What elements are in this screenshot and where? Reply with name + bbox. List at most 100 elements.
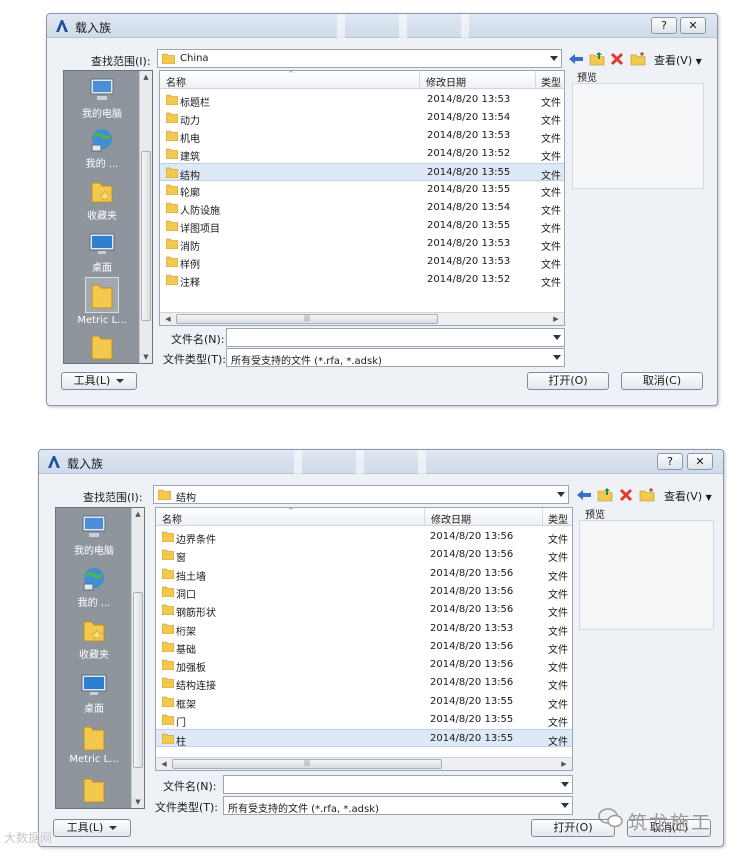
- file-row[interactable]: 建筑 2014/8/20 13:52 文件: [160, 145, 564, 163]
- new-folder-icon[interactable]: [639, 487, 655, 502]
- place-folder[interactable]: [64, 331, 140, 361]
- file-row[interactable]: 轮廓 2014/8/20 13:55 文件: [160, 181, 564, 199]
- look-in-combo[interactable]: China: [157, 49, 562, 68]
- folder-icon: [162, 733, 174, 745]
- sort-ascending-icon: ^: [288, 70, 294, 78]
- folder-icon: [166, 238, 178, 249]
- cancel-button[interactable]: 取消(C): [621, 372, 703, 390]
- scroll-up-icon[interactable]: ▲: [132, 508, 144, 520]
- look-in-combo[interactable]: 结构: [153, 485, 569, 504]
- file-date: 2014/8/20 13:56: [430, 531, 514, 542]
- place-favorites[interactable]: 收藏夹: [56, 618, 132, 661]
- scroll-right-icon[interactable]: ▶: [550, 313, 562, 325]
- file-row[interactable]: 消防 2014/8/20 13:53 文件: [160, 235, 564, 253]
- file-name: 建筑: [180, 152, 200, 163]
- up-folder-icon[interactable]: [589, 51, 605, 66]
- file-row[interactable]: 详图项目 2014/8/20 13:55 文件: [160, 217, 564, 235]
- folder-icon: [162, 696, 174, 707]
- column-divider[interactable]: [424, 508, 425, 526]
- column-divider[interactable]: [542, 508, 543, 526]
- place-desktop[interactable]: 桌面: [64, 231, 140, 274]
- scroll-thumb[interactable]: |||: [176, 314, 438, 324]
- file-name-input[interactable]: [223, 775, 573, 794]
- column-name[interactable]: 名称: [162, 511, 182, 526]
- file-row[interactable]: 柱 2014/8/20 13:55 文件: [156, 729, 572, 748]
- close-button[interactable]: ✕: [680, 17, 706, 34]
- views-menu[interactable]: 查看(V) ▼: [654, 52, 702, 68]
- scroll-down-icon[interactable]: ▼: [132, 796, 144, 808]
- file-type-select[interactable]: 所有受支持的文件 (*.rfa, *.adsk): [226, 348, 565, 367]
- place-folder[interactable]: [56, 774, 132, 804]
- file-list-hscrollbar[interactable]: ◀ ||| ▶: [160, 312, 564, 325]
- tools-button[interactable]: 工具(L): [53, 819, 131, 837]
- scroll-left-icon[interactable]: ◀: [158, 758, 170, 770]
- file-date: 2014/8/20 13:56: [430, 585, 514, 597]
- place-favorites[interactable]: 收藏夹: [64, 179, 140, 222]
- column-type[interactable]: 类型: [541, 74, 561, 89]
- look-in-value: China: [180, 53, 209, 64]
- file-row[interactable]: 结构 2014/8/20 13:55 文件: [160, 163, 564, 182]
- file-row[interactable]: 注释 2014/8/20 13:52 文件: [160, 271, 564, 289]
- file-row[interactable]: 加强板 2014/8/20 13:56 文件: [156, 656, 572, 674]
- file-row[interactable]: 门 2014/8/20 13:55 文件: [156, 711, 572, 729]
- column-divider[interactable]: [535, 71, 536, 89]
- places-scrollbar[interactable]: ▲ ▼: [139, 71, 152, 363]
- file-row[interactable]: 桁架 2014/8/20 13:53 文件: [156, 620, 572, 638]
- column-divider[interactable]: [419, 71, 420, 89]
- file-row[interactable]: 边界条件 2014/8/20 13:56 文件: [156, 528, 572, 546]
- file-row[interactable]: 标题栏 2014/8/20 13:53 文件: [160, 91, 564, 109]
- file-row[interactable]: 洞口 2014/8/20 13:56 文件: [156, 583, 572, 601]
- place-network[interactable]: 我的 ...: [56, 566, 132, 609]
- back-arrow-icon[interactable]: [568, 52, 584, 66]
- file-row[interactable]: 机电 2014/8/20 13:53 文件: [160, 127, 564, 145]
- help-button[interactable]: ?: [651, 17, 677, 34]
- network-icon: [83, 568, 104, 591]
- file-list-hscrollbar[interactable]: ◀ ||| ▶: [156, 757, 572, 770]
- place-label: 我的 ...: [85, 159, 119, 170]
- file-type-select[interactable]: 所有受支持的文件 (*.rfa, *.adsk): [223, 796, 573, 815]
- delete-icon[interactable]: [610, 52, 624, 66]
- column-date[interactable]: 修改日期: [426, 74, 466, 89]
- place-network[interactable]: 我的 ...: [64, 127, 140, 170]
- scroll-up-icon[interactable]: ▲: [140, 71, 152, 83]
- delete-icon[interactable]: [619, 488, 633, 502]
- file-row[interactable]: 基础 2014/8/20 13:56 文件: [156, 638, 572, 656]
- tools-button[interactable]: 工具(L): [61, 372, 137, 390]
- place-my-computer[interactable]: 我的电脑: [56, 514, 132, 557]
- up-folder-icon[interactable]: [597, 487, 613, 502]
- file-name: 注释: [180, 278, 200, 289]
- file-type: 文件: [548, 699, 568, 711]
- place-metric-library[interactable]: Metric L...: [56, 722, 132, 765]
- file-row[interactable]: 窗 2014/8/20 13:56 文件: [156, 546, 572, 564]
- place-desktop[interactable]: 桌面: [56, 672, 132, 715]
- file-row[interactable]: 钢筋形状 2014/8/20 13:56 文件: [156, 601, 572, 619]
- scroll-thumb[interactable]: |||: [172, 759, 442, 769]
- scroll-thumb[interactable]: [141, 151, 151, 321]
- views-menu[interactable]: 查看(V) ▼: [664, 488, 712, 504]
- file-type: 文件: [548, 626, 568, 638]
- back-arrow-icon[interactable]: [576, 488, 592, 502]
- file-row[interactable]: 人防设施 2014/8/20 13:54 文件: [160, 199, 564, 217]
- file-name-input[interactable]: [226, 328, 565, 347]
- scroll-down-icon[interactable]: ▼: [140, 351, 152, 363]
- open-button[interactable]: 打开(O): [527, 372, 609, 390]
- column-type[interactable]: 类型: [548, 511, 568, 526]
- folder-icon: [91, 335, 113, 360]
- scroll-left-icon[interactable]: ◀: [162, 313, 174, 325]
- column-name[interactable]: 名称: [166, 74, 186, 89]
- close-button[interactable]: ✕: [687, 453, 713, 470]
- places-scrollbar[interactable]: ▲ ▼: [131, 508, 144, 808]
- place-metric-library[interactable]: Metric L...: [64, 277, 140, 326]
- file-row[interactable]: 框架 2014/8/20 13:55 文件: [156, 693, 572, 711]
- new-folder-icon[interactable]: [630, 51, 646, 66]
- file-row[interactable]: 动力 2014/8/20 13:54 文件: [160, 109, 564, 127]
- file-row[interactable]: 结构连接 2014/8/20 13:56 文件: [156, 674, 572, 692]
- column-date[interactable]: 修改日期: [431, 511, 471, 526]
- file-row[interactable]: 样例 2014/8/20 13:53 文件: [160, 253, 564, 271]
- file-row[interactable]: 挡土墙 2014/8/20 13:56 文件: [156, 565, 572, 583]
- scroll-thumb[interactable]: [133, 592, 143, 768]
- place-my-computer[interactable]: 我的电脑: [64, 77, 140, 120]
- file-date: 2014/8/20 13:56: [430, 677, 514, 689]
- scroll-right-icon[interactable]: ▶: [558, 758, 570, 770]
- help-button[interactable]: ?: [657, 453, 683, 470]
